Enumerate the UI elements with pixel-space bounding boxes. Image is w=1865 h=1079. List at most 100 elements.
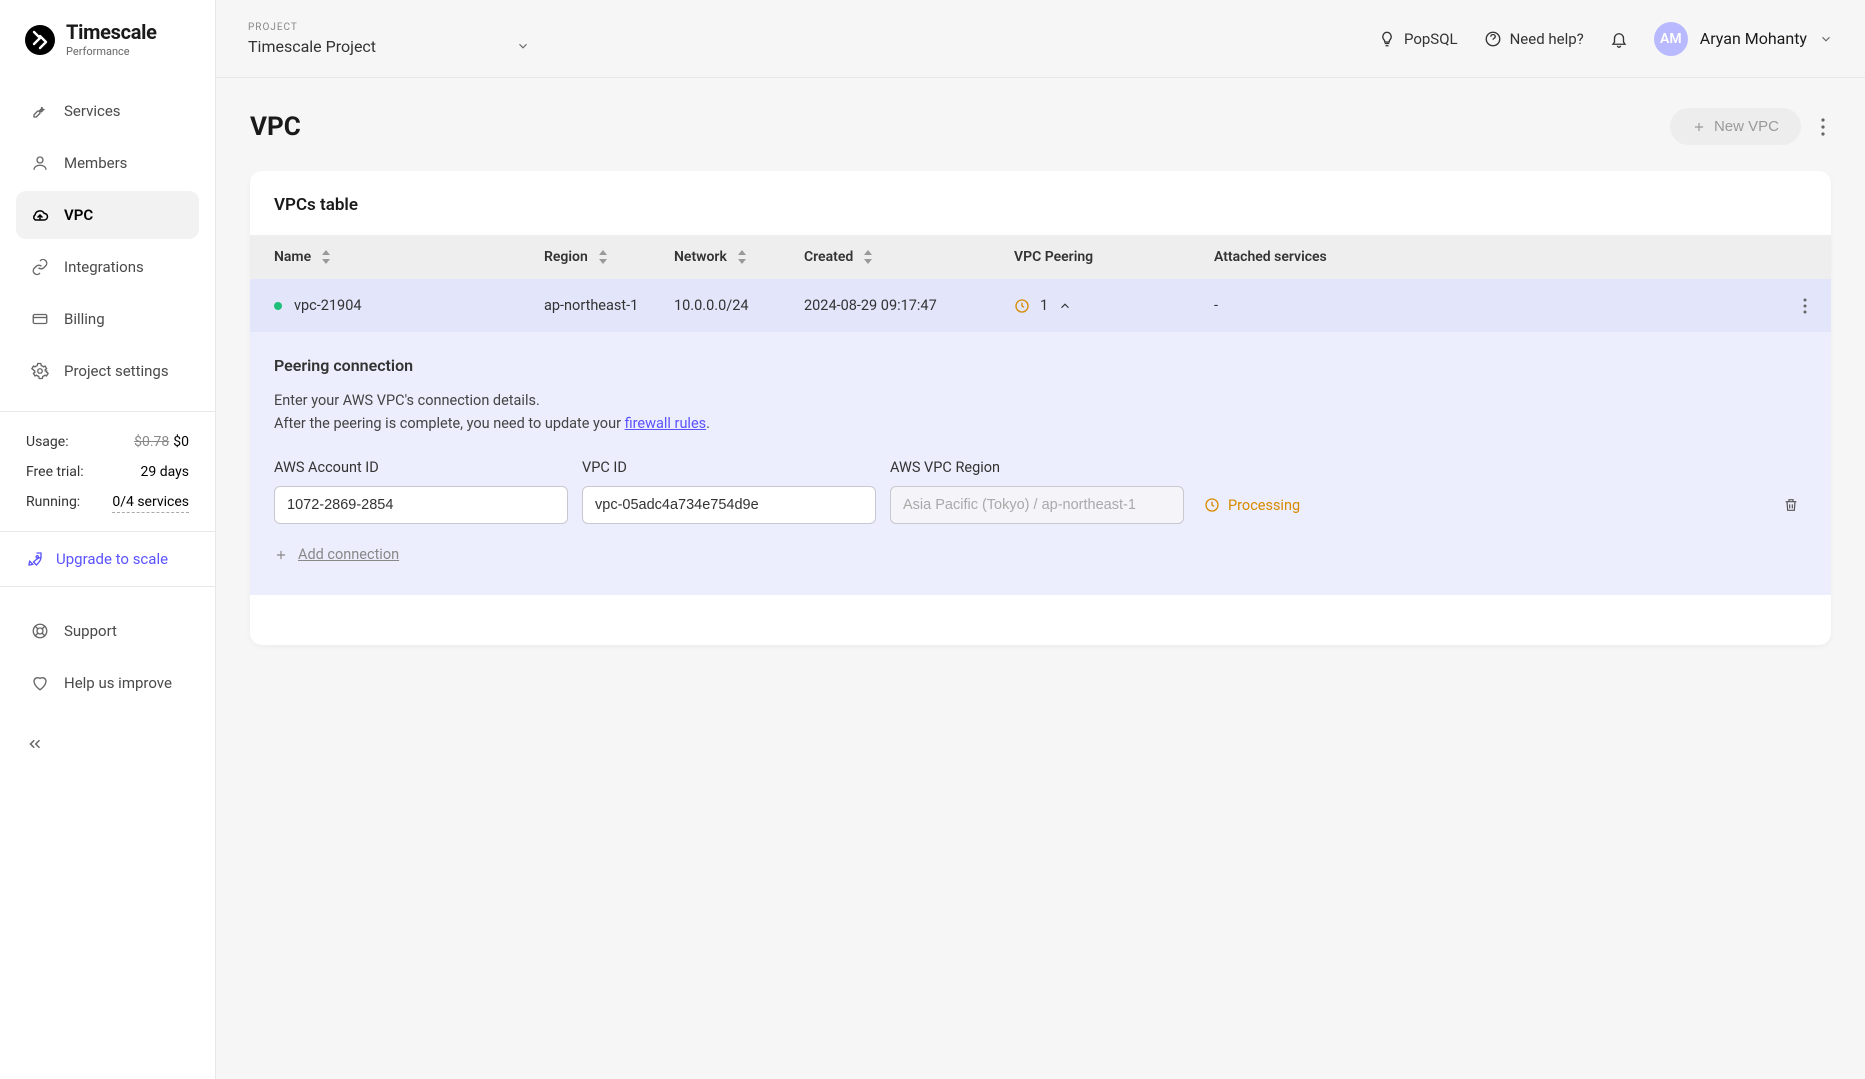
col-name[interactable]: Name (274, 249, 544, 265)
person-icon (30, 153, 50, 173)
peering-desc-line2a: After the peering is complete, you need … (274, 415, 625, 432)
sidebar-item-label: Services (64, 102, 121, 120)
peering-status: Processing (1204, 486, 1300, 524)
heart-icon (30, 673, 50, 693)
page-title: VPC (250, 112, 301, 142)
table-header: Name Region Network Created VPC Peering … (250, 235, 1831, 279)
running-value[interactable]: 0/4 services (112, 494, 189, 513)
upgrade-link[interactable]: Upgrade to scale (0, 531, 215, 587)
firewall-rules-link[interactable]: firewall rules (625, 415, 707, 432)
add-connection-button[interactable]: Add connection (274, 546, 1807, 563)
help-label: Need help? (1510, 30, 1584, 48)
col-region[interactable]: Region (544, 249, 674, 265)
sort-icon (863, 250, 873, 264)
sidebar-item-integrations[interactable]: Integrations (16, 243, 199, 291)
chevron-down-icon (516, 39, 530, 53)
project-name: Timescale Project (248, 37, 376, 56)
trash-icon (1783, 497, 1799, 513)
user-menu[interactable]: AM Aryan Mohanty (1654, 22, 1833, 56)
gear-icon (30, 361, 50, 381)
aws-account-label: AWS Account ID (274, 459, 568, 476)
primary-nav: Services Members VPC Integrations Billin… (0, 75, 215, 407)
question-icon (1484, 30, 1502, 48)
link-icon (30, 257, 50, 277)
add-connection-label: Add connection (298, 546, 399, 563)
sidebar-item-improve[interactable]: Help us improve (16, 659, 199, 707)
trial-label: Free trial: (26, 464, 84, 480)
delete-connection-button[interactable] (1783, 486, 1807, 524)
card-icon (30, 309, 50, 329)
brand-name: Timescale (66, 22, 157, 42)
col-network[interactable]: Network (674, 249, 804, 265)
avatar: AM (1654, 22, 1688, 56)
collapse-sidebar-button[interactable] (0, 719, 215, 769)
status-text: Processing (1228, 497, 1300, 514)
aws-region-input[interactable] (890, 486, 1184, 524)
col-created[interactable]: Created (804, 249, 1014, 265)
popsql-link[interactable]: PopSQL (1378, 30, 1458, 48)
timescale-logo-icon (24, 24, 56, 56)
kebab-icon (1803, 298, 1807, 314)
logo[interactable]: Timescale Performance (0, 0, 215, 75)
usage-value: $0 (173, 434, 189, 450)
sidebar-item-support[interactable]: Support (16, 607, 199, 655)
aws-account-input[interactable] (274, 486, 568, 524)
col-peering: VPC Peering (1014, 249, 1214, 265)
page-more-button[interactable] (1815, 112, 1831, 142)
usage-strike: $0.78 (134, 434, 169, 450)
sidebar-item-billing[interactable]: Billing (16, 295, 199, 343)
cloud-upload-icon (30, 205, 50, 225)
table-row[interactable]: vpc-21904 ap-northeast-1 10.0.0.0/24 202… (250, 279, 1831, 332)
chevron-up-icon[interactable] (1058, 299, 1072, 313)
project-selector[interactable]: PROJECT Timescale Project (248, 22, 530, 56)
usage-label: Usage: (26, 434, 69, 450)
vpcs-card: VPCs table Name Region Network Created V… (250, 171, 1831, 645)
col-services: Attached services (1214, 249, 1767, 265)
clock-icon (1014, 298, 1030, 314)
plus-icon (1692, 120, 1706, 134)
trial-value: 29 days (141, 464, 189, 480)
sidebar-item-vpc[interactable]: VPC (16, 191, 199, 239)
aws-region-label: AWS VPC Region (890, 459, 1184, 476)
chevrons-left-icon (26, 735, 189, 753)
usage-stats: Usage: $0.78$0 Free trial: 29 days Runni… (0, 416, 215, 531)
running-label: Running: (26, 494, 80, 513)
help-link[interactable]: Need help? (1484, 30, 1584, 48)
project-label: PROJECT (248, 22, 530, 33)
sidebar-item-label: Help us improve (64, 674, 172, 692)
vpc-region: ap-northeast-1 (544, 297, 674, 314)
vpcs-title: VPCs table (250, 171, 1831, 235)
sort-icon (598, 250, 608, 264)
sidebar-item-label: Project settings (64, 362, 169, 380)
vpc-name: vpc-21904 (294, 297, 362, 314)
new-vpc-label: New VPC (1714, 118, 1779, 135)
peering-title: Peering connection (274, 356, 1807, 375)
sidebar-item-settings[interactable]: Project settings (16, 347, 199, 395)
notifications-button[interactable] (1610, 30, 1628, 48)
popsql-label: PopSQL (1404, 30, 1458, 48)
status-dot-icon (274, 302, 282, 310)
kebab-icon (1821, 118, 1825, 136)
chevron-down-icon (1819, 32, 1833, 46)
sidebar-item-label: Support (64, 622, 117, 640)
row-more-button[interactable] (1803, 298, 1807, 314)
sort-icon (321, 250, 331, 264)
sidebar-item-label: Members (64, 154, 127, 172)
peering-count: 1 (1040, 297, 1048, 314)
wrench-icon (30, 101, 50, 121)
sidebar-item-label: Billing (64, 310, 105, 328)
sidebar-item-services[interactable]: Services (16, 87, 199, 135)
new-vpc-button[interactable]: New VPC (1670, 108, 1801, 145)
peering-desc-line1: Enter your AWS VPC's connection details. (274, 392, 540, 409)
sort-icon (737, 250, 747, 264)
sidebar-item-members[interactable]: Members (16, 139, 199, 187)
user-name: Aryan Mohanty (1700, 29, 1807, 48)
vpc-id-input[interactable] (582, 486, 876, 524)
vpc-services: - (1214, 297, 1767, 314)
bell-icon (1610, 30, 1628, 48)
peering-panel: Peering connection Enter your AWS VPC's … (250, 332, 1831, 595)
topbar: PROJECT Timescale Project PopSQL Need he… (216, 0, 1865, 78)
clock-icon (1204, 497, 1220, 513)
brand-sub: Performance (66, 46, 157, 57)
sidebar: Timescale Performance Services Members V… (0, 0, 216, 1079)
